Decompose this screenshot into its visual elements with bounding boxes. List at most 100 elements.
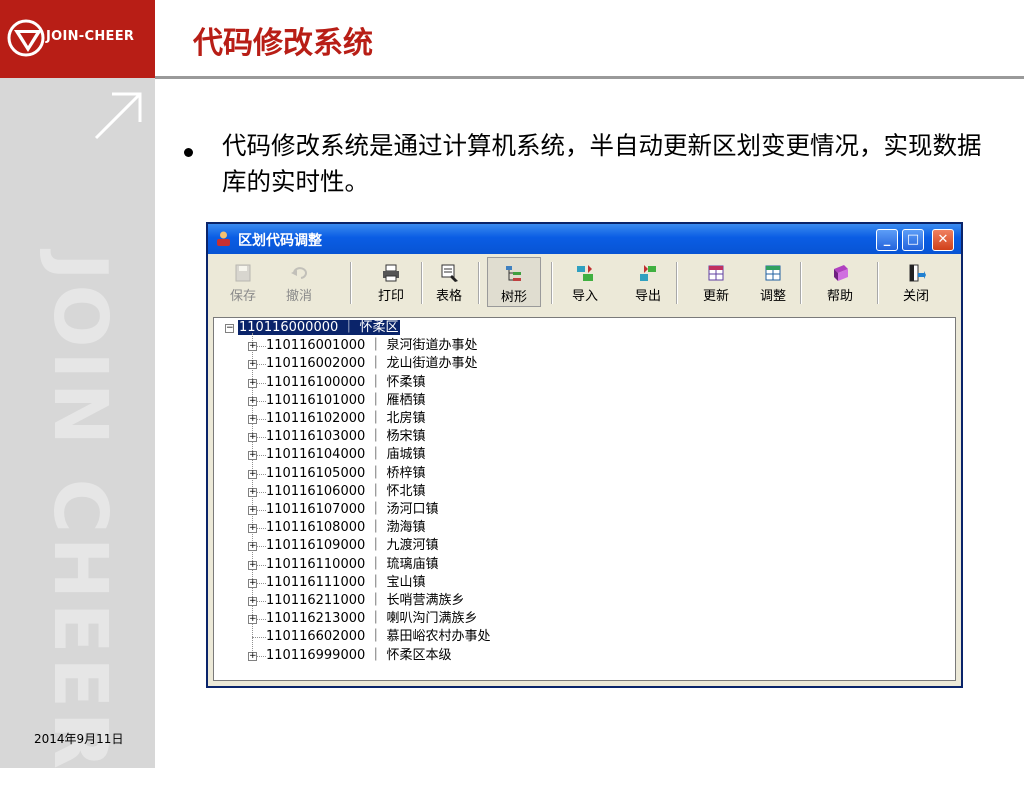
- exit-door-icon: [909, 264, 926, 282]
- slide-title: 代码修改系统: [193, 26, 373, 61]
- tree-node-label: 110116104000 ｜ 庙城镇: [266, 447, 426, 463]
- tree-node-label: 110116001000 ｜ 泉河街道办事处: [266, 338, 478, 354]
- tree-expand-toggle[interactable]: +: [248, 378, 257, 388]
- tree-expand-toggle[interactable]: +: [248, 487, 257, 497]
- adjust-grid-icon: [765, 265, 781, 281]
- tree-node-label: 110116213000 ｜ 喇叭沟门满族乡: [266, 611, 478, 627]
- toolbar: 保存 撤消 打印 表格 树形 导入 导出 更新 调整 帮助 关闭: [208, 254, 961, 314]
- tree-expand-toggle[interactable]: +: [248, 396, 257, 406]
- toolbar-button-table[interactable]: 表格: [422, 257, 476, 307]
- tree-expand-toggle[interactable]: +: [248, 433, 257, 443]
- toolbar-separator: [800, 262, 802, 304]
- undo-icon: [291, 267, 307, 279]
- tree-node-label: 110116602000 ｜ 慕田峪农村办事处: [266, 629, 491, 645]
- tree-node[interactable]: 110116104000 ｜ 庙城镇: [266, 446, 426, 464]
- tree-expand-toggle[interactable]: +: [248, 524, 257, 534]
- tree-collapse-toggle[interactable]: −: [225, 324, 234, 333]
- tree-node[interactable]: 110116106000 ｜ 怀北镇: [266, 483, 426, 501]
- tree-node-label: 110116108000 ｜ 渤海镇: [266, 520, 426, 536]
- help-book-icon: [834, 265, 848, 281]
- save-icon: [235, 264, 251, 282]
- tree-node[interactable]: 110116001000 ｜ 泉河街道办事处: [266, 337, 478, 355]
- tree-node-label: 110116000000 ｜ 怀柔区: [238, 320, 400, 335]
- print-icon: [383, 264, 399, 282]
- tree-expand-toggle[interactable]: +: [248, 360, 257, 370]
- toolbar-button-undo[interactable]: 撤消: [272, 257, 326, 307]
- tree-node[interactable]: 110116213000 ｜ 喇叭沟门满族乡: [266, 610, 478, 628]
- tree-node[interactable]: 110116002000 ｜ 龙山街道办事处: [266, 355, 478, 373]
- tree-node-label: 110116002000 ｜ 龙山街道办事处: [266, 356, 478, 372]
- tree-node-label: 110116102000 ｜ 北房镇: [266, 411, 426, 426]
- toolbar-button-refresh-grid[interactable]: 更新: [689, 257, 743, 307]
- window-titlebar[interactable]: 区划代码调整 _ □ ✕: [208, 224, 961, 254]
- toolbar-separator: [478, 262, 480, 304]
- header-divider: [155, 76, 1024, 79]
- tree-node-label: 110116999000 ｜ 怀柔区本级: [266, 647, 452, 663]
- toolbar-separator: [877, 262, 879, 304]
- toolbar-button-label: 更新: [702, 289, 729, 304]
- tree-expand-toggle[interactable]: +: [248, 342, 257, 352]
- export-icon: [640, 265, 656, 281]
- tree-expand-toggle[interactable]: +: [248, 578, 257, 588]
- toolbar-button-label: 撤消: [285, 289, 312, 304]
- tree-node[interactable]: 110116102000 ｜ 北房镇: [266, 410, 426, 428]
- tree-expand-toggle[interactable]: +: [248, 615, 257, 625]
- close-button[interactable]: ✕: [932, 229, 954, 251]
- refresh-grid-icon: [708, 265, 724, 281]
- tree-node[interactable]: 110116105000 ｜ 桥梓镇: [266, 465, 426, 483]
- tree-node-label: 110116103000 ｜ 杨宋镇: [266, 429, 426, 445]
- bullet-dot: [184, 148, 193, 157]
- toolbar-button-label: 树形: [500, 290, 527, 305]
- tree-expand-toggle[interactable]: +: [248, 415, 257, 424]
- tree-node[interactable]: 110116999000 ｜ 怀柔区本级: [266, 647, 452, 665]
- tree-expand-toggle[interactable]: +: [248, 469, 257, 479]
- slide-header: 代码修改系统: [155, 0, 1024, 76]
- tree-node[interactable]: 110116100000 ｜ 怀柔镇: [266, 374, 426, 392]
- app-window: 区划代码调整 _ □ ✕ 保存 撤消 打印 表格 树形 导入 导出 更新 调整 帮助 关闭 −110…: [206, 222, 963, 688]
- toolbar-button-label: 帮助: [826, 289, 853, 304]
- window-title: 区划代码调整: [238, 233, 322, 249]
- window-body: 保存 撤消 打印 表格 树形 导入 导出 更新 调整 帮助 关闭 −110116000000 ｜ 怀…: [208, 254, 961, 686]
- tree-node-label: 110116105000 ｜ 桥梓镇: [266, 465, 426, 481]
- tree-node[interactable]: 110116211000 ｜ 长哨营满族乡: [266, 592, 465, 610]
- toolbar-button-label: 导入: [571, 289, 598, 304]
- region-tree[interactable]: −110116000000 ｜ 怀柔区 +110116001000 ｜ 泉河街道办…: [213, 317, 956, 681]
- toolbar-button-tree[interactable]: 树形: [487, 257, 541, 307]
- tree-node-label: 110116107000 ｜ 汤河口镇: [266, 502, 439, 517]
- toolbar-button-adjust-grid[interactable]: 调整: [746, 257, 800, 307]
- tree-node[interactable]: 110116110000 ｜ 琉璃庙镇: [266, 556, 439, 574]
- tree-node-label: 110116101000 ｜ 雁栖镇: [266, 392, 426, 408]
- tree-expand-toggle[interactable]: +: [248, 542, 257, 552]
- logo-text: JOIN-CHEER: [46, 29, 135, 44]
- tree-node[interactable]: 110116111000 ｜ 宝山镇: [266, 574, 426, 592]
- toolbar-button-label: 导出: [634, 289, 661, 304]
- tree-node[interactable]: 110116602000 ｜ 慕田峪农村办事处: [266, 628, 491, 646]
- toolbar-button-print[interactable]: 打印: [364, 257, 418, 307]
- minimize-button[interactable]: _: [876, 229, 898, 251]
- toolbar-button-exit-door[interactable]: 关闭: [889, 257, 943, 307]
- tree-node-label: 110116111000 ｜ 宝山镇: [266, 574, 426, 590]
- tree-root-node[interactable]: 110116000000 ｜ 怀柔区: [238, 319, 400, 337]
- brand-logo: JOIN-CHEER: [0, 0, 155, 78]
- maximize-button[interactable]: □: [902, 229, 924, 251]
- tree-node[interactable]: 110116109000 ｜ 九渡河镇: [266, 537, 439, 555]
- toolbar-button-import[interactable]: 导入: [558, 257, 612, 307]
- toolbar-button-export[interactable]: 导出: [621, 257, 675, 307]
- toolbar-button-help-book[interactable]: 帮助: [813, 257, 867, 307]
- tree-node[interactable]: 110116108000 ｜ 渤海镇: [266, 519, 426, 537]
- toolbar-button-save[interactable]: 保存: [216, 257, 270, 307]
- table-icon: [441, 264, 458, 282]
- tree-expand-toggle[interactable]: +: [248, 451, 257, 461]
- tree-node-label: 110116211000 ｜ 长哨营满族乡: [266, 593, 465, 608]
- tree-node[interactable]: 110116107000 ｜ 汤河口镇: [266, 501, 439, 519]
- slide-date: 2014年9月11日: [34, 732, 124, 746]
- tree-expand-toggle[interactable]: +: [248, 597, 257, 606]
- tree-node[interactable]: 110116101000 ｜ 雁栖镇: [266, 392, 426, 410]
- tree-node[interactable]: 110116103000 ｜ 杨宋镇: [266, 428, 426, 446]
- brand-watermark: JOIN CHEER: [37, 253, 123, 773]
- tree-icon: [506, 266, 521, 281]
- tree-expand-toggle[interactable]: +: [248, 651, 257, 661]
- toolbar-separator: [676, 262, 678, 304]
- tree-expand-toggle[interactable]: +: [248, 560, 257, 570]
- tree-expand-toggle[interactable]: +: [248, 506, 257, 515]
